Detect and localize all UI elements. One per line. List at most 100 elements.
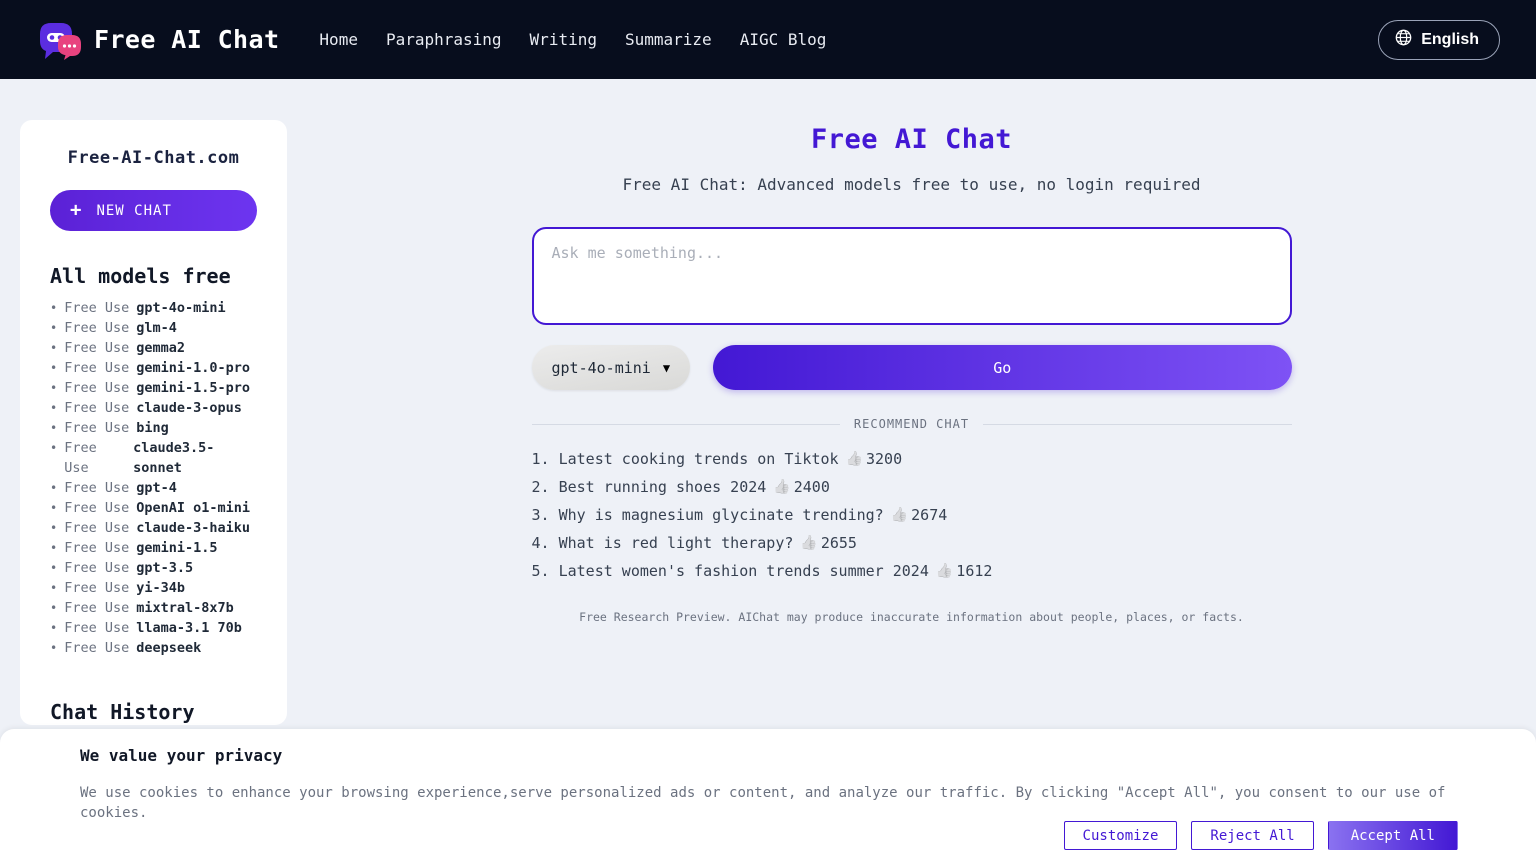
free-use-prefix: Free Use	[64, 440, 97, 476]
bullet-icon: •	[50, 341, 58, 355]
free-use-prefix: Free Use	[64, 400, 130, 416]
sidebar: Free-AI-Chat.com + NEW CHAT All models f…	[20, 120, 287, 725]
cookie-consent-banner: We value your privacy We use cookies to …	[0, 729, 1536, 864]
globe-icon	[1395, 29, 1412, 51]
sidebar-site-title: Free-AI-Chat.com	[67, 148, 240, 168]
model-name: claude-3-haiku	[136, 520, 251, 536]
recommendation-item[interactable]: 5. Latest women's fashion trends summer …	[532, 557, 1292, 585]
recommendation-item[interactable]: 2. Best running shoes 2024 👍 2400	[532, 473, 1292, 501]
model-list-item[interactable]: • Free Use llama-3.1 70b	[50, 618, 257, 638]
model-list-item[interactable]: • Free Use gemini-1.0-pro	[50, 358, 257, 378]
language-label: English	[1421, 30, 1479, 48]
recommendation-like-count: 2674	[911, 506, 948, 524]
model-list-item[interactable]: • Free Use gpt-4o-mini	[50, 298, 257, 318]
bullet-icon: •	[50, 601, 58, 615]
model-name: gemini-1.5	[136, 540, 218, 556]
model-selector-dropdown[interactable]: gpt-4o-mini ▼	[531, 345, 691, 390]
free-use-prefix: Free Use	[64, 340, 130, 356]
nav-item-summarize[interactable]: Summarize	[625, 30, 712, 49]
free-use-prefix: Free Use	[64, 620, 130, 636]
bullet-icon: •	[50, 421, 58, 435]
model-name: OpenAI o1-mini	[136, 500, 251, 516]
bullet-icon: •	[50, 441, 58, 455]
model-name: gemini-1.5-pro	[136, 380, 251, 396]
free-use-prefix: Free Use	[64, 640, 130, 656]
recommendation-like-count: 3200	[865, 450, 903, 468]
model-list-item[interactable]: • Free Use claude-3-opus	[50, 398, 257, 418]
bullet-icon: •	[50, 301, 58, 315]
recommend-divider: RECOMMEND CHAT	[531, 417, 1292, 431]
model-list-item[interactable]: • Free Use gemma2	[50, 338, 257, 358]
bullet-icon: •	[50, 321, 58, 335]
thumbs-up-icon: 👍	[800, 535, 818, 551]
nav-item-paraphrasing[interactable]: Paraphrasing	[386, 30, 502, 49]
model-list-item[interactable]: • Free Use yi-34b	[50, 578, 257, 598]
nav-item-home[interactable]: Home	[319, 30, 358, 49]
cookie-banner-title: We value your privacy	[80, 746, 283, 765]
recommendation-text: 4. What is red light therapy?	[531, 534, 794, 552]
model-list-item[interactable]: • Free Use claude3.5-sonnet	[50, 438, 257, 478]
model-list-item[interactable]: • Free Use OpenAI o1-mini	[50, 498, 257, 518]
reject-all-cookies-button[interactable]: Reject All	[1191, 821, 1314, 850]
model-name: claude-3-opus	[136, 400, 242, 416]
model-list-item[interactable]: • Free Use deepseek	[50, 638, 257, 658]
free-use-prefix: Free Use	[64, 560, 130, 576]
prompt-input[interactable]	[531, 227, 1292, 325]
nav-item-writing[interactable]: Writing	[530, 30, 597, 49]
recommendation-item[interactable]: 4. What is red light therapy? 👍 2655	[532, 529, 1292, 557]
divider-line-right	[983, 423, 1292, 425]
language-switcher-button[interactable]: English	[1378, 19, 1500, 60]
recommendation-item[interactable]: 3. Why is magnesium glycinate trending? 👍…	[532, 501, 1292, 529]
bullet-icon: •	[50, 621, 58, 635]
bullet-icon: •	[50, 381, 58, 395]
recommendation-like-count: 2400	[793, 478, 830, 496]
bullet-icon: •	[50, 501, 58, 515]
model-list-item[interactable]: • Free Use gpt-3.5	[50, 558, 257, 578]
model-list-item[interactable]: • Free Use gpt-4	[50, 478, 257, 498]
brand-logo[interactable]: Free AI Chat	[36, 20, 279, 60]
model-list-item[interactable]: • Free Use claude-3-haiku	[50, 518, 257, 538]
bullet-icon: •	[50, 541, 58, 555]
recommendation-list: 1. Latest cooking trends on Tiktok 👍 3200 2…	[532, 445, 1292, 585]
free-use-prefix: Free Use	[64, 320, 130, 336]
recommendation-item[interactable]: 1. Latest cooking trends on Tiktok 👍 3200	[532, 445, 1292, 473]
bullet-icon: •	[50, 521, 58, 535]
free-use-prefix: Free Use	[64, 500, 130, 516]
model-name: gpt-4	[136, 480, 177, 496]
nav-item-aigc-blog[interactable]: AIGC Blog	[740, 30, 827, 49]
model-name: llama-3.1 70b	[136, 620, 242, 636]
recommend-chat-label: RECOMMEND CHAT	[853, 417, 970, 431]
model-list-item[interactable]: • Free Use glm-4	[50, 318, 257, 338]
new-chat-button[interactable]: + NEW CHAT	[50, 190, 257, 231]
new-chat-label: NEW CHAT	[96, 202, 172, 219]
bullet-icon: •	[50, 401, 58, 415]
model-list-item[interactable]: • Free Use gemini-1.5-pro	[50, 378, 257, 398]
main-nav: Home Paraphrasing Writing Summarize AIGC…	[319, 30, 826, 49]
model-name: gemini-1.0-pro	[136, 360, 251, 376]
divider-line-left	[531, 423, 840, 425]
bullet-icon: •	[50, 641, 58, 655]
recommendation-text: 2. Best running shoes 2024	[531, 478, 767, 496]
free-use-prefix: Free Use	[64, 520, 130, 536]
model-name: glm-4	[136, 320, 177, 336]
bullet-icon: •	[50, 361, 58, 375]
go-button[interactable]: Go	[713, 345, 1292, 390]
model-name: gemma2	[136, 340, 186, 356]
model-selector-value: gpt-4o-mini	[551, 358, 651, 377]
free-use-prefix: Free Use	[64, 420, 130, 436]
model-name: bing	[136, 420, 169, 436]
model-list-item[interactable]: • Free Use bing	[50, 418, 257, 438]
thumbs-up-icon: 👍	[845, 451, 863, 467]
recommendation-text: 3. Why is magnesium glycinate trending?	[531, 506, 884, 524]
chevron-down-icon: ▼	[662, 360, 671, 375]
accept-all-cookies-button[interactable]: Accept All	[1327, 821, 1458, 850]
customize-cookies-button[interactable]: Customize	[1063, 821, 1178, 850]
bullet-icon: •	[50, 581, 58, 595]
model-name: claude3.5-sonnet	[133, 440, 215, 476]
page-title: Free AI Chat	[810, 124, 1013, 155]
free-use-prefix: Free Use	[64, 480, 130, 496]
page-subtitle: Free AI Chat: Advanced models free to us…	[622, 175, 1201, 194]
model-list-item[interactable]: • Free Use gemini-1.5	[50, 538, 257, 558]
free-use-prefix: Free Use	[64, 380, 130, 396]
model-list-item[interactable]: • Free Use mixtral-8x7b	[50, 598, 257, 618]
